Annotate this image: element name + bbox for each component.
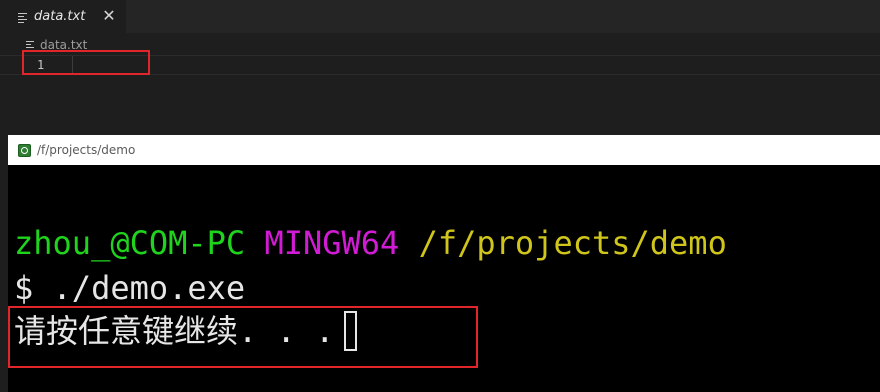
prompt-path: /f/projects/demo	[418, 224, 727, 262]
file-lines-icon	[18, 11, 28, 23]
prompt-user: zhou_@COM-PC	[14, 224, 246, 262]
tab-title: data.txt	[34, 9, 86, 24]
terminal-title: /f/projects/demo	[37, 143, 136, 157]
highlight-box-terminal	[8, 306, 478, 368]
editor-tab-bar: data.txt ✕	[0, 0, 880, 33]
prompt-env: MINGW64	[264, 224, 400, 262]
mintty-icon	[18, 143, 31, 157]
tab-data-txt[interactable]: data.txt ✕	[0, 0, 126, 33]
close-icon[interactable]: ✕	[100, 5, 118, 27]
file-lines-icon	[26, 40, 35, 50]
command-line: $ ./demo.exe	[14, 269, 246, 307]
highlight-box-editor	[22, 50, 150, 75]
editor-area: data.txt ✕ data.txt 1	[0, 0, 880, 135]
prompt-line: zhou_@COM-PC MINGW64 /f/projects/demo	[14, 223, 727, 263]
window-gap	[0, 135, 8, 392]
terminal-titlebar[interactable]: /f/projects/demo	[8, 135, 880, 165]
terminal-window: /f/projects/demo zhou_@COM-PC MINGW64 /f…	[8, 135, 880, 392]
